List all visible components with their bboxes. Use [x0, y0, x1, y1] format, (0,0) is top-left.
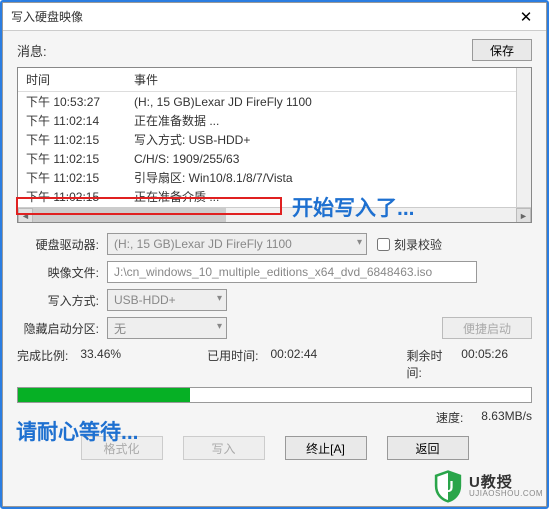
pct-value: 33.46%	[80, 347, 121, 381]
log-time: 下午 11:02:14	[18, 111, 126, 130]
image-path-field[interactable]: J:\cn_windows_10_multiple_editions_x64_d…	[107, 261, 477, 283]
verify-label: 刻录校验	[394, 236, 442, 253]
write-button: 写入	[183, 436, 265, 460]
elapsed-label: 已用时间:	[207, 347, 258, 381]
speed-value: 8.63MB/s	[481, 409, 532, 426]
log-event: C/H/S: 1909/255/63	[126, 149, 531, 168]
log-event: 写入方式: USB-HDD+	[126, 130, 531, 149]
scroll-right-icon[interactable]: ►	[516, 208, 531, 223]
remain-label: 剩余时间:	[406, 347, 449, 381]
progress-bar	[17, 387, 532, 403]
log-time: 下午 11:02:15	[18, 187, 126, 206]
log-list: 时间 事件 下午 10:53:27(H:, 15 GB)Lexar JD Fir…	[17, 67, 532, 223]
image-path-value: J:\cn_windows_10_multiple_editions_x64_d…	[114, 265, 432, 279]
log-row[interactable]: 下午 11:02:15C/H/S: 1909/255/63	[18, 149, 531, 168]
verify-checkbox[interactable]	[377, 238, 390, 251]
log-row[interactable]: 下午 11:02:15正在准备介质 ...	[18, 187, 531, 206]
scrollbar-vertical[interactable]	[516, 68, 531, 207]
mode-dropdown[interactable]: USB-HDD+	[107, 289, 227, 311]
hidden-dropdown[interactable]: 无	[107, 317, 227, 339]
close-icon: ✕	[520, 8, 533, 26]
label-hidden: 隐藏启动分区:	[17, 320, 107, 337]
log-event: 引导扇区: Win10/8.1/8/7/Vista	[126, 168, 531, 187]
progress-fill	[18, 388, 190, 402]
log-row[interactable]: 下午 11:02:15写入方式: USB-HDD+	[18, 130, 531, 149]
annotation-please-wait: 请耐心等待...	[16, 416, 139, 446]
content-area: 消息: 保存 时间 事件 下午 10:53:27(H:, 15 GB)Lexar…	[3, 31, 546, 468]
log-time: 下午 11:02:15	[18, 149, 126, 168]
row-image: 映像文件: J:\cn_windows_10_multiple_editions…	[17, 261, 532, 283]
log-row[interactable]: 下午 10:53:27(H:, 15 GB)Lexar JD FireFly 1…	[18, 92, 531, 112]
watermark-url: UJIAOSHOU.COM	[469, 490, 543, 498]
label-mode: 写入方式:	[17, 292, 107, 309]
titlebar: 写入硬盘映像 ✕	[3, 3, 546, 31]
abort-button[interactable]: 终止[A]	[285, 436, 367, 460]
annotation-start-writing: 开始写入了...	[292, 192, 415, 222]
col-time: 时间	[18, 68, 126, 92]
stat-pct: 完成比例: 33.46%	[17, 347, 183, 381]
window-title: 写入硬盘映像	[11, 8, 83, 25]
label-image: 映像文件:	[17, 264, 107, 281]
watermark: U U教授 UJIAOSHOU.COM	[431, 469, 543, 503]
convenient-boot-button[interactable]: 便捷启动	[442, 317, 532, 339]
message-row: 消息: 保存	[17, 39, 532, 61]
message-label: 消息:	[17, 41, 472, 60]
log-time: 下午 10:53:27	[18, 92, 126, 112]
scroll-track[interactable]	[33, 208, 516, 222]
log-table: 时间 事件 下午 10:53:27(H:, 15 GB)Lexar JD Fir…	[18, 68, 531, 223]
mode-value: USB-HDD+	[114, 293, 176, 307]
hidden-value: 无	[114, 320, 126, 337]
shield-icon: U	[431, 469, 465, 503]
stats-row: 完成比例: 33.46% 已用时间: 00:02:44 剩余时间: 00:05:…	[17, 347, 532, 381]
speed-label: 速度:	[436, 409, 463, 426]
label-drive: 硬盘驱动器:	[17, 236, 107, 253]
log-event: (H:, 15 GB)Lexar JD FireFly 1100	[126, 92, 531, 112]
pct-label: 完成比例:	[17, 347, 68, 381]
save-button[interactable]: 保存	[472, 39, 532, 61]
svg-text:U: U	[442, 479, 453, 496]
back-button[interactable]: 返回	[387, 436, 469, 460]
watermark-title: U教授	[469, 475, 543, 490]
log-time: 下午 11:02:15	[18, 168, 126, 187]
log-row[interactable]: 下午 11:02:15引导扇区: Win10/8.1/8/7/Vista	[18, 168, 531, 187]
close-button[interactable]: ✕	[506, 3, 546, 31]
col-event: 事件	[126, 68, 531, 92]
drive-dropdown[interactable]: (H:, 15 GB)Lexar JD FireFly 1100	[107, 233, 367, 255]
verify-checkbox-wrap[interactable]: 刻录校验	[377, 236, 442, 253]
row-drive: 硬盘驱动器: (H:, 15 GB)Lexar JD FireFly 1100 …	[17, 233, 532, 255]
remain-value: 00:05:26	[461, 347, 508, 381]
watermark-text: U教授 UJIAOSHOU.COM	[469, 475, 543, 498]
scrollbar-horizontal[interactable]: ◄ ►	[18, 207, 531, 222]
stat-elapsed: 已用时间: 00:02:44	[207, 347, 382, 381]
log-row[interactable]: 下午 11:02:14正在准备数据 ...	[18, 111, 531, 130]
log-time: 下午 11:02:15	[18, 130, 126, 149]
row-hidden: 隐藏启动分区: 无 便捷启动	[17, 317, 532, 339]
form-area: 硬盘驱动器: (H:, 15 GB)Lexar JD FireFly 1100 …	[17, 233, 532, 339]
scroll-left-icon[interactable]: ◄	[18, 208, 33, 223]
scroll-thumb[interactable]	[33, 208, 226, 222]
drive-value: (H:, 15 GB)Lexar JD FireFly 1100	[114, 237, 292, 251]
elapsed-value: 00:02:44	[270, 347, 317, 381]
log-event: 正在准备数据 ...	[126, 111, 531, 130]
stat-remain: 剩余时间: 00:05:26	[406, 347, 508, 381]
row-mode: 写入方式: USB-HDD+	[17, 289, 532, 311]
